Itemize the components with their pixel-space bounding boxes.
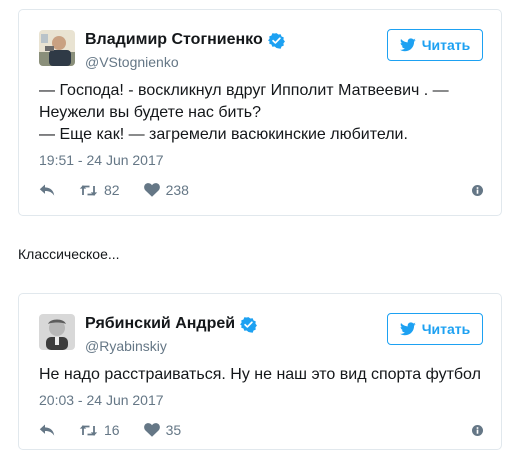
like-button[interactable]: 35 [143, 422, 182, 438]
retweet-count: 16 [104, 422, 120, 438]
avatar[interactable] [39, 30, 75, 66]
avatar[interactable] [39, 314, 75, 350]
reply-button[interactable] [39, 423, 55, 437]
tweet-actions: 16 35 [39, 420, 483, 440]
reply-button[interactable] [39, 183, 55, 197]
author-name[interactable]: Рябинский Андрей [85, 315, 258, 333]
author-handle[interactable]: @VStognienko [85, 54, 179, 70]
caption-text: Классическое... [18, 246, 120, 262]
retweet-button[interactable]: 16 [79, 422, 120, 438]
twitter-bird-icon [399, 38, 416, 52]
like-count: 238 [165, 182, 189, 198]
heart-icon [143, 183, 160, 197]
avatar-photo-icon [39, 30, 75, 66]
tweet-text: — Господа! - воскликнул вдруг Ипполит Ма… [39, 82, 449, 143]
tweet-card: Рябинский Андрей @Ryabinskiy Читать Не н… [18, 293, 502, 450]
retweet-button[interactable]: 82 [79, 182, 120, 198]
author-name-text: Рябинский Андрей [85, 315, 236, 332]
info-icon [472, 184, 483, 196]
author-handle[interactable]: @Ryabinskiy [85, 338, 167, 354]
tweet-text: Не надо расстраиваться. Ну не наш это ви… [39, 366, 481, 383]
verified-badge-icon [240, 316, 258, 333]
reply-icon [39, 184, 55, 196]
info-button[interactable] [472, 184, 483, 196]
like-count: 35 [165, 422, 182, 438]
author-name[interactable]: Владимир Стогниенко [85, 31, 285, 49]
heart-icon [143, 423, 160, 437]
reply-icon [39, 424, 55, 436]
follow-button-label: Читать [421, 37, 471, 53]
follow-button-label: Читать [421, 321, 471, 337]
info-button[interactable] [472, 424, 483, 436]
follow-button[interactable]: Читать [387, 29, 483, 61]
info-icon [472, 424, 483, 436]
like-button[interactable]: 238 [143, 182, 189, 198]
retweet-count: 82 [104, 182, 120, 198]
avatar-photo-icon [39, 314, 75, 350]
follow-button[interactable]: Читать [387, 313, 483, 345]
twitter-bird-icon [399, 322, 416, 336]
tweet-card: Владимир Стогниенко @VStognienko Читать … [18, 9, 502, 216]
retweet-icon [79, 424, 98, 436]
verified-badge-icon [267, 32, 285, 49]
retweet-icon [79, 184, 98, 196]
author-name-text: Владимир Стогниенко [85, 31, 263, 48]
tweet-actions: 82 238 [39, 180, 483, 200]
tweet-timestamp[interactable]: 19:51 - 24 Jun 2017 [39, 152, 164, 168]
tweet-timestamp[interactable]: 20:03 - 24 Jun 2017 [39, 392, 164, 408]
